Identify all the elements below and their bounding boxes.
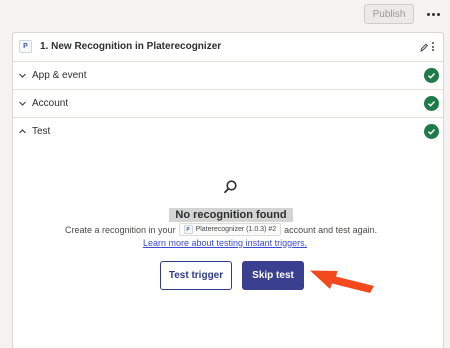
edit-pencil-icon[interactable] — [419, 41, 429, 53]
section-label: Account — [32, 98, 69, 109]
check-complete-icon — [424, 68, 439, 83]
section-account[interactable]: Account — [13, 90, 443, 118]
description-prefix: Create a recognition in your — [65, 224, 176, 235]
app-chip-label: Platerecognizer (1.0.3) #2 — [195, 226, 277, 233]
step-header: P 1. New Recognition in Platerecognizer — [13, 33, 443, 62]
test-trigger-button[interactable]: Test trigger — [160, 261, 232, 290]
description-suffix: account and test again. — [284, 224, 378, 235]
top-toolbar: Publish — [0, 0, 450, 28]
check-complete-icon — [424, 96, 439, 111]
empty-state-description: Create a recognition in your P Platereco… — [65, 222, 405, 237]
search-icon — [224, 180, 237, 194]
publish-button[interactable]: Publish — [364, 4, 414, 24]
learn-more-link[interactable]: Learn more about testing instant trigger… — [143, 238, 307, 248]
check-complete-icon — [424, 124, 439, 139]
chevron-up-icon — [19, 129, 26, 134]
section-label: App & event — [32, 70, 87, 81]
empty-state-title: No recognition found — [169, 208, 293, 222]
app-chip: P Platerecognizer (1.0.3) #2 — [178, 223, 282, 236]
more-options-icon[interactable] — [424, 6, 442, 22]
chevron-down-icon — [19, 73, 26, 78]
skip-test-button[interactable]: Skip test — [242, 261, 304, 290]
step-title: 1. New Recognition in Platerecognizer — [40, 41, 222, 52]
platerecognizer-logo-icon: P — [183, 225, 193, 234]
section-test[interactable]: Test — [13, 118, 443, 146]
chevron-down-icon — [19, 101, 26, 106]
step-more-icon[interactable] — [432, 42, 434, 51]
section-app-event[interactable]: App & event — [13, 62, 443, 90]
platerecognizer-logo-icon: P — [19, 40, 32, 53]
section-label: Test — [32, 126, 51, 137]
annotation-arrow-icon — [310, 270, 374, 293]
